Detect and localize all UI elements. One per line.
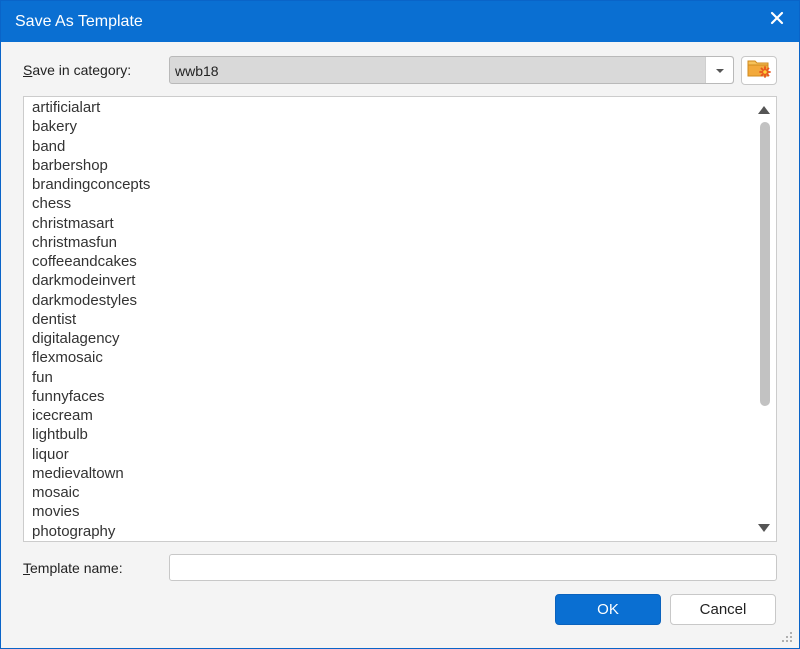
cancel-button[interactable]: Cancel xyxy=(670,594,776,625)
title-bar: Save As Template xyxy=(1,1,799,42)
resize-grip-icon[interactable] xyxy=(781,630,793,642)
list-item[interactable]: lightbulb xyxy=(24,425,752,444)
save-in-category-label-accel: S xyxy=(23,62,33,78)
list-item[interactable]: liquor xyxy=(24,445,752,464)
list-item[interactable]: digitalagency xyxy=(24,329,752,348)
template-name-input[interactable] xyxy=(169,554,777,581)
folder-new-icon xyxy=(746,57,772,84)
template-name-label: Template name: xyxy=(23,560,123,576)
vertical-scrollbar[interactable] xyxy=(752,97,776,541)
list-item[interactable]: christmasfun xyxy=(24,233,752,252)
list-item[interactable]: mosaic xyxy=(24,483,752,502)
category-value: wwb18 xyxy=(175,63,219,79)
triangle-up-icon xyxy=(758,101,770,119)
ok-button[interactable]: OK xyxy=(555,594,661,625)
save-as-template-dialog: Save As Template Save in category: wwb18 xyxy=(0,0,800,649)
list-item[interactable]: movies xyxy=(24,502,752,521)
list-item[interactable]: barbershop xyxy=(24,156,752,175)
template-category-list[interactable]: artificialart bakery band barbershop brandin… xyxy=(23,96,777,542)
list-items: artificialart bakery band barbershop brandin… xyxy=(24,98,752,541)
new-category-button[interactable] xyxy=(741,56,777,85)
scroll-up-button[interactable] xyxy=(752,101,776,119)
list-item[interactable]: coffeeandcakes xyxy=(24,252,752,271)
list-item[interactable]: photography xyxy=(24,522,752,541)
list-item[interactable]: darkmodeinvert xyxy=(24,271,752,290)
list-item[interactable]: darkmodestyles xyxy=(24,291,752,310)
save-in-category-label: Save in category: xyxy=(23,62,131,78)
save-in-category-label-rest: ave in category: xyxy=(32,62,132,78)
list-item[interactable]: artificialart xyxy=(24,98,752,117)
triangle-down-icon xyxy=(758,519,770,537)
list-item[interactable]: flexmosaic xyxy=(24,348,752,367)
close-button[interactable] xyxy=(761,5,793,35)
list-item[interactable]: icecream xyxy=(24,406,752,425)
scroll-thumb[interactable] xyxy=(760,122,770,406)
chevron-down-icon xyxy=(715,61,725,79)
category-dropdown[interactable]: wwb18 xyxy=(169,56,734,84)
list-item[interactable]: funnyfaces xyxy=(24,387,752,406)
template-name-label-rest: emplate name: xyxy=(30,560,123,576)
list-item[interactable]: dentist xyxy=(24,310,752,329)
list-item[interactable]: band xyxy=(24,137,752,156)
dialog-title: Save As Template xyxy=(15,13,143,30)
list-item[interactable]: bakery xyxy=(24,117,752,136)
list-item[interactable]: medievaltown xyxy=(24,464,752,483)
template-name-label-accel: T xyxy=(23,560,30,576)
list-item[interactable]: brandingconcepts xyxy=(24,175,752,194)
close-icon xyxy=(770,11,784,30)
dropdown-arrow[interactable] xyxy=(705,57,733,83)
list-item[interactable]: christmasart xyxy=(24,214,752,233)
list-item[interactable]: fun xyxy=(24,368,752,387)
scroll-down-button[interactable] xyxy=(752,519,776,537)
list-item[interactable]: chess xyxy=(24,194,752,213)
